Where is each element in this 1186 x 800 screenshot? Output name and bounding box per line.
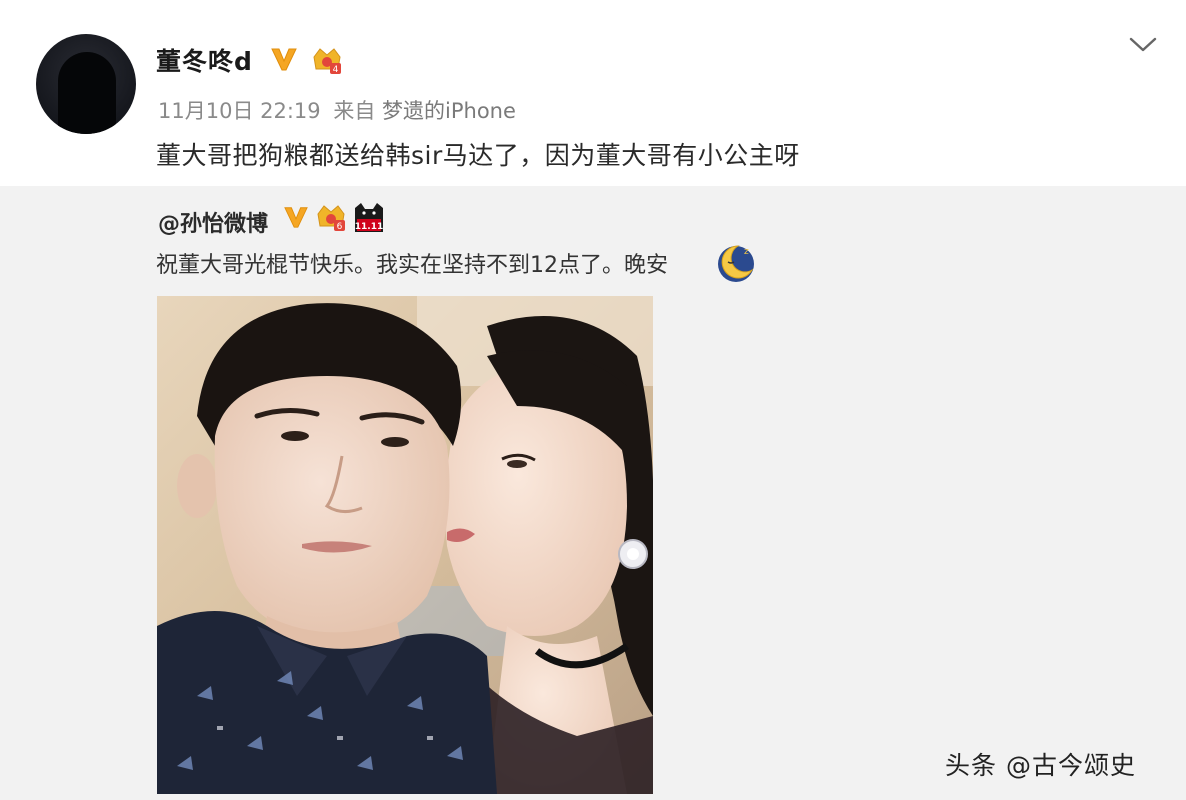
source-prefix: 来自 (333, 99, 376, 123)
post-source: 梦遗的iPhone (382, 99, 516, 123)
verified-v-icon (271, 48, 297, 71)
post-text: 董大哥把狗粮都送给韩sir马达了，因为董大哥有小公主呀 (156, 141, 800, 170)
weibo-post: 董冬咚d 4 11月10日 22:19 来自 梦遗的iPhone 董大哥把狗粮都… (0, 0, 1186, 186)
post-meta: 11月10日 22:19 来自 梦遗的iPhone (158, 95, 516, 125)
double11-badge-icon: 11.11 (355, 203, 383, 232)
svg-text:z: z (744, 247, 749, 257)
sleepy-moon-emoji-icon: z (718, 245, 754, 282)
svg-text:11.11: 11.11 (355, 222, 383, 232)
avatar[interactable] (36, 34, 136, 134)
post-timestamp[interactable]: 11月10日 22:19 (158, 99, 321, 123)
vip-crown-icon: 6 (317, 205, 345, 232)
chevron-down-icon[interactable] (1126, 32, 1160, 56)
selfie-photo-image (157, 296, 653, 794)
repost-text: 祝董大哥光棍节快乐。我实在坚持不到12点了。晚安 (156, 253, 668, 278)
repost-username[interactable]: @孙怡微博 (158, 206, 268, 238)
svg-text:4: 4 (333, 65, 339, 75)
avatar-silhouette (58, 52, 116, 134)
watermark: 头条 @古今颂史 (945, 751, 1136, 780)
post-username[interactable]: 董冬咚d (156, 42, 253, 78)
post-photo[interactable] (157, 296, 653, 794)
vip-crown-icon: 4 (313, 48, 341, 75)
svg-text:6: 6 (337, 222, 343, 232)
verified-v-icon (284, 207, 308, 228)
